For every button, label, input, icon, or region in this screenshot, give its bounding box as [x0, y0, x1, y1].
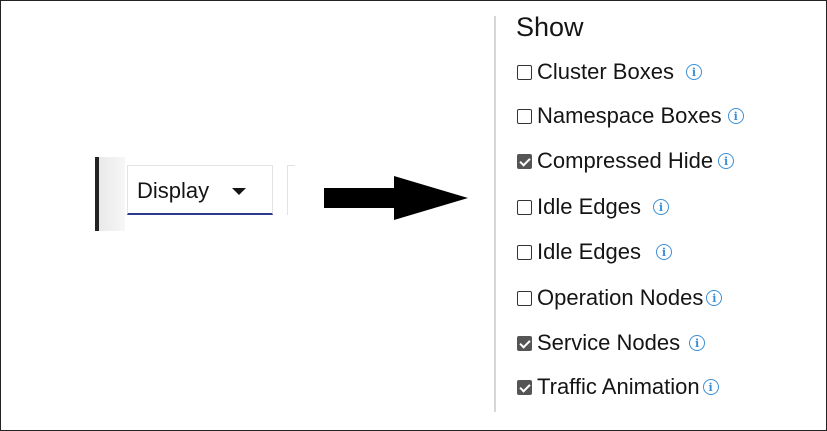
display-dropdown[interactable]: Display [127, 165, 273, 215]
option-label: Compressed Hide [537, 148, 714, 173]
compressed-hide-checkbox[interactable] [517, 153, 532, 169]
info-icon[interactable]: i [689, 335, 706, 351]
option-operation-nodes: Operation Nodes i [517, 283, 723, 313]
service-nodes-checkbox[interactable] [517, 335, 532, 351]
info-icon[interactable]: i [652, 199, 669, 215]
toolbar-shade [99, 157, 125, 231]
info-icon[interactable]: i [685, 64, 702, 80]
toolbar-fragment: Display [95, 157, 295, 231]
cluster-boxes-checkbox[interactable] [517, 64, 532, 80]
option-label: Namespace Boxes [537, 103, 722, 128]
info-icon[interactable]: i [727, 108, 744, 124]
caret-down-icon [232, 188, 246, 195]
option-traffic-animation: Traffic Animation i [517, 372, 719, 402]
option-service-nodes: Service Nodes i [517, 328, 706, 358]
option-label: Idle Edges [537, 239, 641, 264]
panel-divider [494, 16, 496, 412]
traffic-animation-checkbox[interactable] [517, 379, 532, 395]
option-label: Service Nodes [537, 330, 681, 355]
next-toolbar-control [287, 165, 295, 215]
option-cluster-boxes: Cluster Boxes i [517, 57, 702, 87]
operation-nodes-checkbox[interactable] [517, 290, 532, 306]
option-label: Operation Nodes [537, 285, 704, 310]
namespace-boxes-checkbox[interactable] [517, 108, 532, 124]
option-label: Idle Edges [537, 194, 641, 219]
option-idle-edges: Idle Edges i [517, 237, 672, 267]
info-icon[interactable]: i [706, 290, 723, 306]
right-arrow-icon [324, 176, 468, 220]
option-label: Cluster Boxes [537, 59, 674, 84]
info-icon[interactable]: i [718, 153, 735, 169]
option-label: Traffic Animation [537, 374, 700, 399]
option-idle-edges: Idle Edges i [517, 192, 669, 222]
option-compressed-hide: Compressed Hide i [517, 146, 735, 176]
option-namespace-boxes: Namespace Boxes i [517, 101, 744, 131]
info-icon[interactable]: i [655, 244, 672, 260]
display-dropdown-label: Display [137, 178, 210, 203]
info-icon[interactable]: i [702, 379, 719, 395]
idle-edges-checkbox[interactable] [517, 199, 532, 215]
show-panel-title: Show [516, 12, 584, 42]
idle-edges-checkbox[interactable] [517, 244, 532, 260]
